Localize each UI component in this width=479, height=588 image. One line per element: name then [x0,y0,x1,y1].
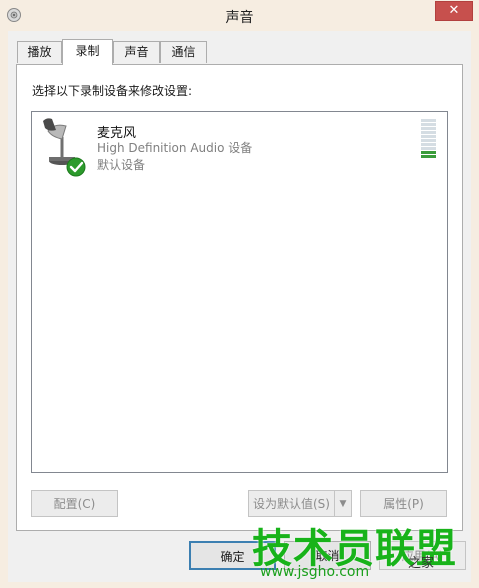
tab-recording[interactable]: 录制 [62,39,113,65]
device-description: High Definition Audio 设备 [97,141,253,155]
watermark-url: www.jsgho.com [260,564,370,580]
properties-button[interactable]: 属性(P) [360,490,447,517]
tab-playback[interactable]: 播放 [17,41,62,63]
level-segment [421,123,436,126]
set-default-dropdown[interactable]: ▼ [334,490,352,517]
tab-communications[interactable]: 通信 [160,41,207,63]
check-icon [66,157,86,177]
level-segment [421,139,436,142]
level-segment [421,135,436,138]
close-button[interactable]: ✕ [435,1,473,21]
level-segment [421,127,436,130]
level-segment [421,131,436,134]
watermark-corner-text: 之家 [408,556,435,571]
device-status: 默认设备 [97,158,146,172]
configure-button[interactable]: 配置(C) [31,490,118,517]
close-icon: ✕ [448,3,460,18]
level-meter [421,118,437,160]
title-bar: 声音 ✕ [0,0,479,30]
tab-sounds[interactable]: 声音 [113,41,160,63]
level-segment [421,143,436,146]
microphone-icon [43,118,86,177]
level-segment [421,155,436,158]
level-segment [421,151,436,154]
set-default-button[interactable]: 设为默认值(S) [248,490,335,517]
chevron-down-icon: ▼ [339,499,347,509]
instructions-label: 选择以下录制设备来修改设置: [32,84,193,98]
window-title: 声音 [225,10,254,26]
level-segment [421,147,436,150]
level-segment [421,119,436,122]
